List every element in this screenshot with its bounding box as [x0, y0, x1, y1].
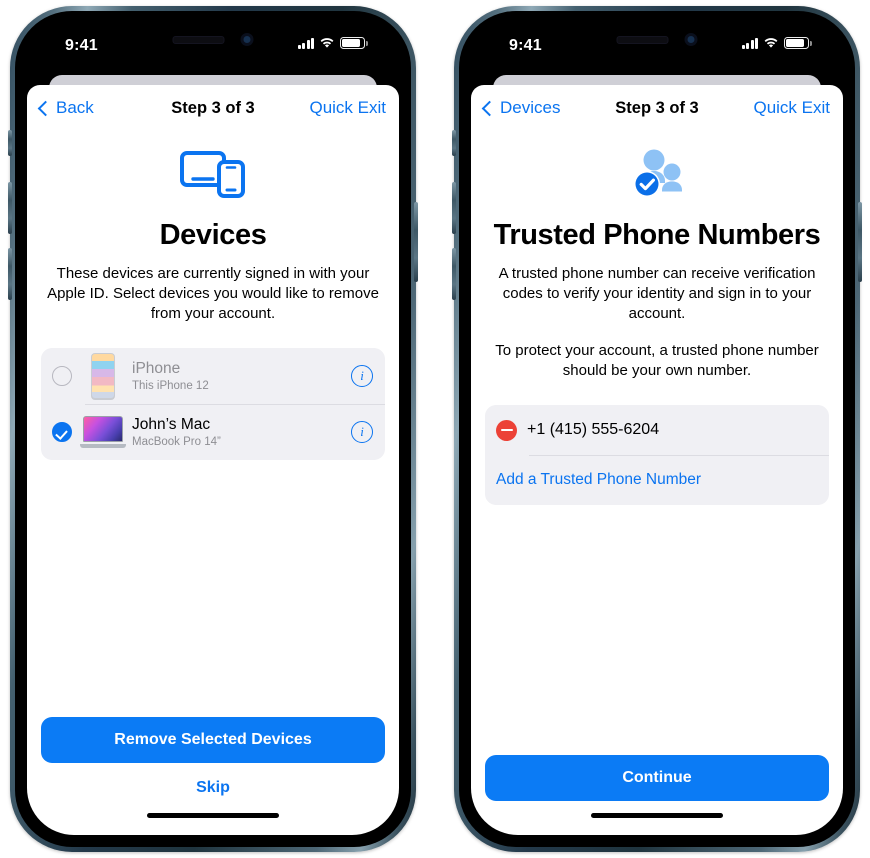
iphone-device-left: 9:41 Back Step 3 of 3 Quick Exit Devices… — [8, 6, 418, 852]
page-title: Trusted Phone Numbers — [493, 219, 821, 251]
device-bezel-right: 9:41 Devices Step 3 of 3 Quick Exit Trus… — [459, 11, 855, 847]
macbook-thumbnail — [80, 416, 126, 449]
earpiece-speaker-icon — [172, 35, 225, 44]
wifi-icon — [763, 37, 779, 49]
description-paragraph: To protect your account, a trusted phone… — [495, 342, 819, 380]
back-button-label: Devices — [500, 98, 561, 117]
home-indicator[interactable] — [591, 813, 723, 818]
device-screen-right: 9:41 Devices Step 3 of 3 Quick Exit Trus… — [471, 23, 843, 835]
signal-bars-icon — [297, 37, 314, 49]
sheet-content-right: Trusted Phone Numbers A trusted phone nu… — [471, 131, 843, 835]
back-button-label: Back — [56, 98, 94, 117]
device-row-iphone[interactable]: iPhone This iPhone 12 i — [41, 348, 385, 404]
footer-actions-right: Continue — [485, 755, 829, 835]
remove-selected-devices-button[interactable]: Remove Selected Devices — [41, 717, 385, 763]
device-row-text: iPhone This iPhone 12 — [132, 360, 351, 393]
device-subtitle: This iPhone 12 — [132, 379, 209, 392]
power-button[interactable] — [414, 202, 418, 282]
silence-switch[interactable] — [8, 130, 12, 156]
silence-switch[interactable] — [452, 130, 456, 156]
notch-cluster — [616, 33, 698, 46]
trusted-number-value: +1 (415) 555-6204 — [527, 421, 660, 439]
modal-sheet-right: Devices Step 3 of 3 Quick Exit Trusted P… — [471, 85, 843, 835]
step-title: Step 3 of 3 — [615, 98, 699, 117]
device-screen-left: 9:41 Back Step 3 of 3 Quick Exit Devices… — [27, 23, 399, 835]
status-bar-indicators — [741, 37, 812, 49]
minus-circle-icon[interactable] — [496, 419, 517, 441]
chevron-left-icon — [37, 100, 54, 116]
status-bar-left: 9:41 — [27, 23, 399, 69]
page-description-left: These devices are currently signed in wi… — [41, 264, 385, 324]
continue-button[interactable]: Continue — [485, 755, 829, 801]
front-camera-icon — [240, 33, 254, 46]
status-bar-indicators — [297, 37, 368, 49]
volume-down-button[interactable] — [8, 248, 12, 300]
wifi-icon — [319, 37, 335, 49]
modal-sheet-left: Back Step 3 of 3 Quick Exit Devices Thes… — [27, 85, 399, 835]
trusted-number-row[interactable]: +1 (415) 555-6204 — [485, 405, 829, 455]
devices-list-card: iPhone This iPhone 12 i John’s Mac MacBo… — [41, 348, 385, 461]
quick-exit-button[interactable]: Quick Exit — [309, 98, 386, 118]
sheet-content-left: Devices These devices are currently sign… — [27, 131, 399, 835]
back-button[interactable]: Devices — [481, 98, 561, 118]
device-name: iPhone — [132, 359, 181, 377]
battery-icon — [784, 37, 812, 49]
battery-icon — [340, 37, 368, 49]
devices-laptop-phone-icon — [41, 143, 385, 205]
step-title: Step 3 of 3 — [171, 98, 255, 117]
device-name: John’s Mac — [132, 415, 211, 433]
chevron-left-icon — [481, 100, 498, 116]
skip-button[interactable]: Skip — [41, 763, 385, 801]
back-button[interactable]: Back — [37, 98, 94, 118]
iphone-thumbnail — [80, 352, 126, 400]
description-paragraph: These devices are currently signed in wi… — [47, 265, 379, 323]
page-description-right: A trusted phone number can receive verif… — [485, 264, 829, 381]
notch-cluster — [172, 33, 254, 46]
device-row-text: John’s Mac MacBook Pro 14” — [132, 416, 351, 449]
device-row-mac[interactable]: John’s Mac MacBook Pro 14” i — [41, 404, 385, 460]
add-trusted-number-row[interactable]: Add a Trusted Phone Number — [485, 455, 829, 505]
device-bezel-left: 9:41 Back Step 3 of 3 Quick Exit Devices… — [15, 11, 411, 847]
description-paragraph: A trusted phone number can receive verif… — [498, 265, 816, 323]
info-circle-icon[interactable]: i — [351, 365, 373, 388]
earpiece-speaker-icon — [616, 35, 669, 44]
navigation-bar-right: Devices Step 3 of 3 Quick Exit — [471, 85, 843, 131]
power-button[interactable] — [858, 202, 862, 282]
page-title: Devices — [159, 219, 267, 251]
device-subtitle: MacBook Pro 14” — [132, 435, 221, 448]
trusted-numbers-card: +1 (415) 555-6204 Add a Trusted Phone Nu… — [485, 405, 829, 506]
home-indicator[interactable] — [147, 813, 279, 818]
info-circle-icon[interactable]: i — [351, 421, 373, 444]
status-bar-right: 9:41 — [471, 23, 843, 69]
volume-down-button[interactable] — [452, 248, 456, 300]
trusted-contacts-checkmark-icon — [485, 143, 829, 205]
volume-up-button[interactable] — [452, 182, 456, 234]
iphone-device-right: 9:41 Devices Step 3 of 3 Quick Exit Trus… — [452, 6, 862, 852]
footer-actions-left: Remove Selected Devices Skip — [41, 717, 385, 835]
device-select-checkbox[interactable] — [52, 366, 72, 387]
navigation-bar-left: Back Step 3 of 3 Quick Exit — [27, 85, 399, 131]
volume-up-button[interactable] — [8, 182, 12, 234]
device-select-checkbox[interactable] — [52, 422, 72, 443]
add-trusted-number-label: Add a Trusted Phone Number — [496, 471, 702, 489]
front-camera-icon — [684, 33, 698, 46]
status-bar-clock: 9:41 — [509, 37, 542, 54]
status-bar-clock: 9:41 — [65, 37, 98, 54]
quick-exit-button[interactable]: Quick Exit — [753, 98, 830, 118]
screenshot-stage: 9:41 Back Step 3 of 3 Quick Exit Devices… — [0, 0, 870, 858]
signal-bars-icon — [741, 37, 758, 49]
